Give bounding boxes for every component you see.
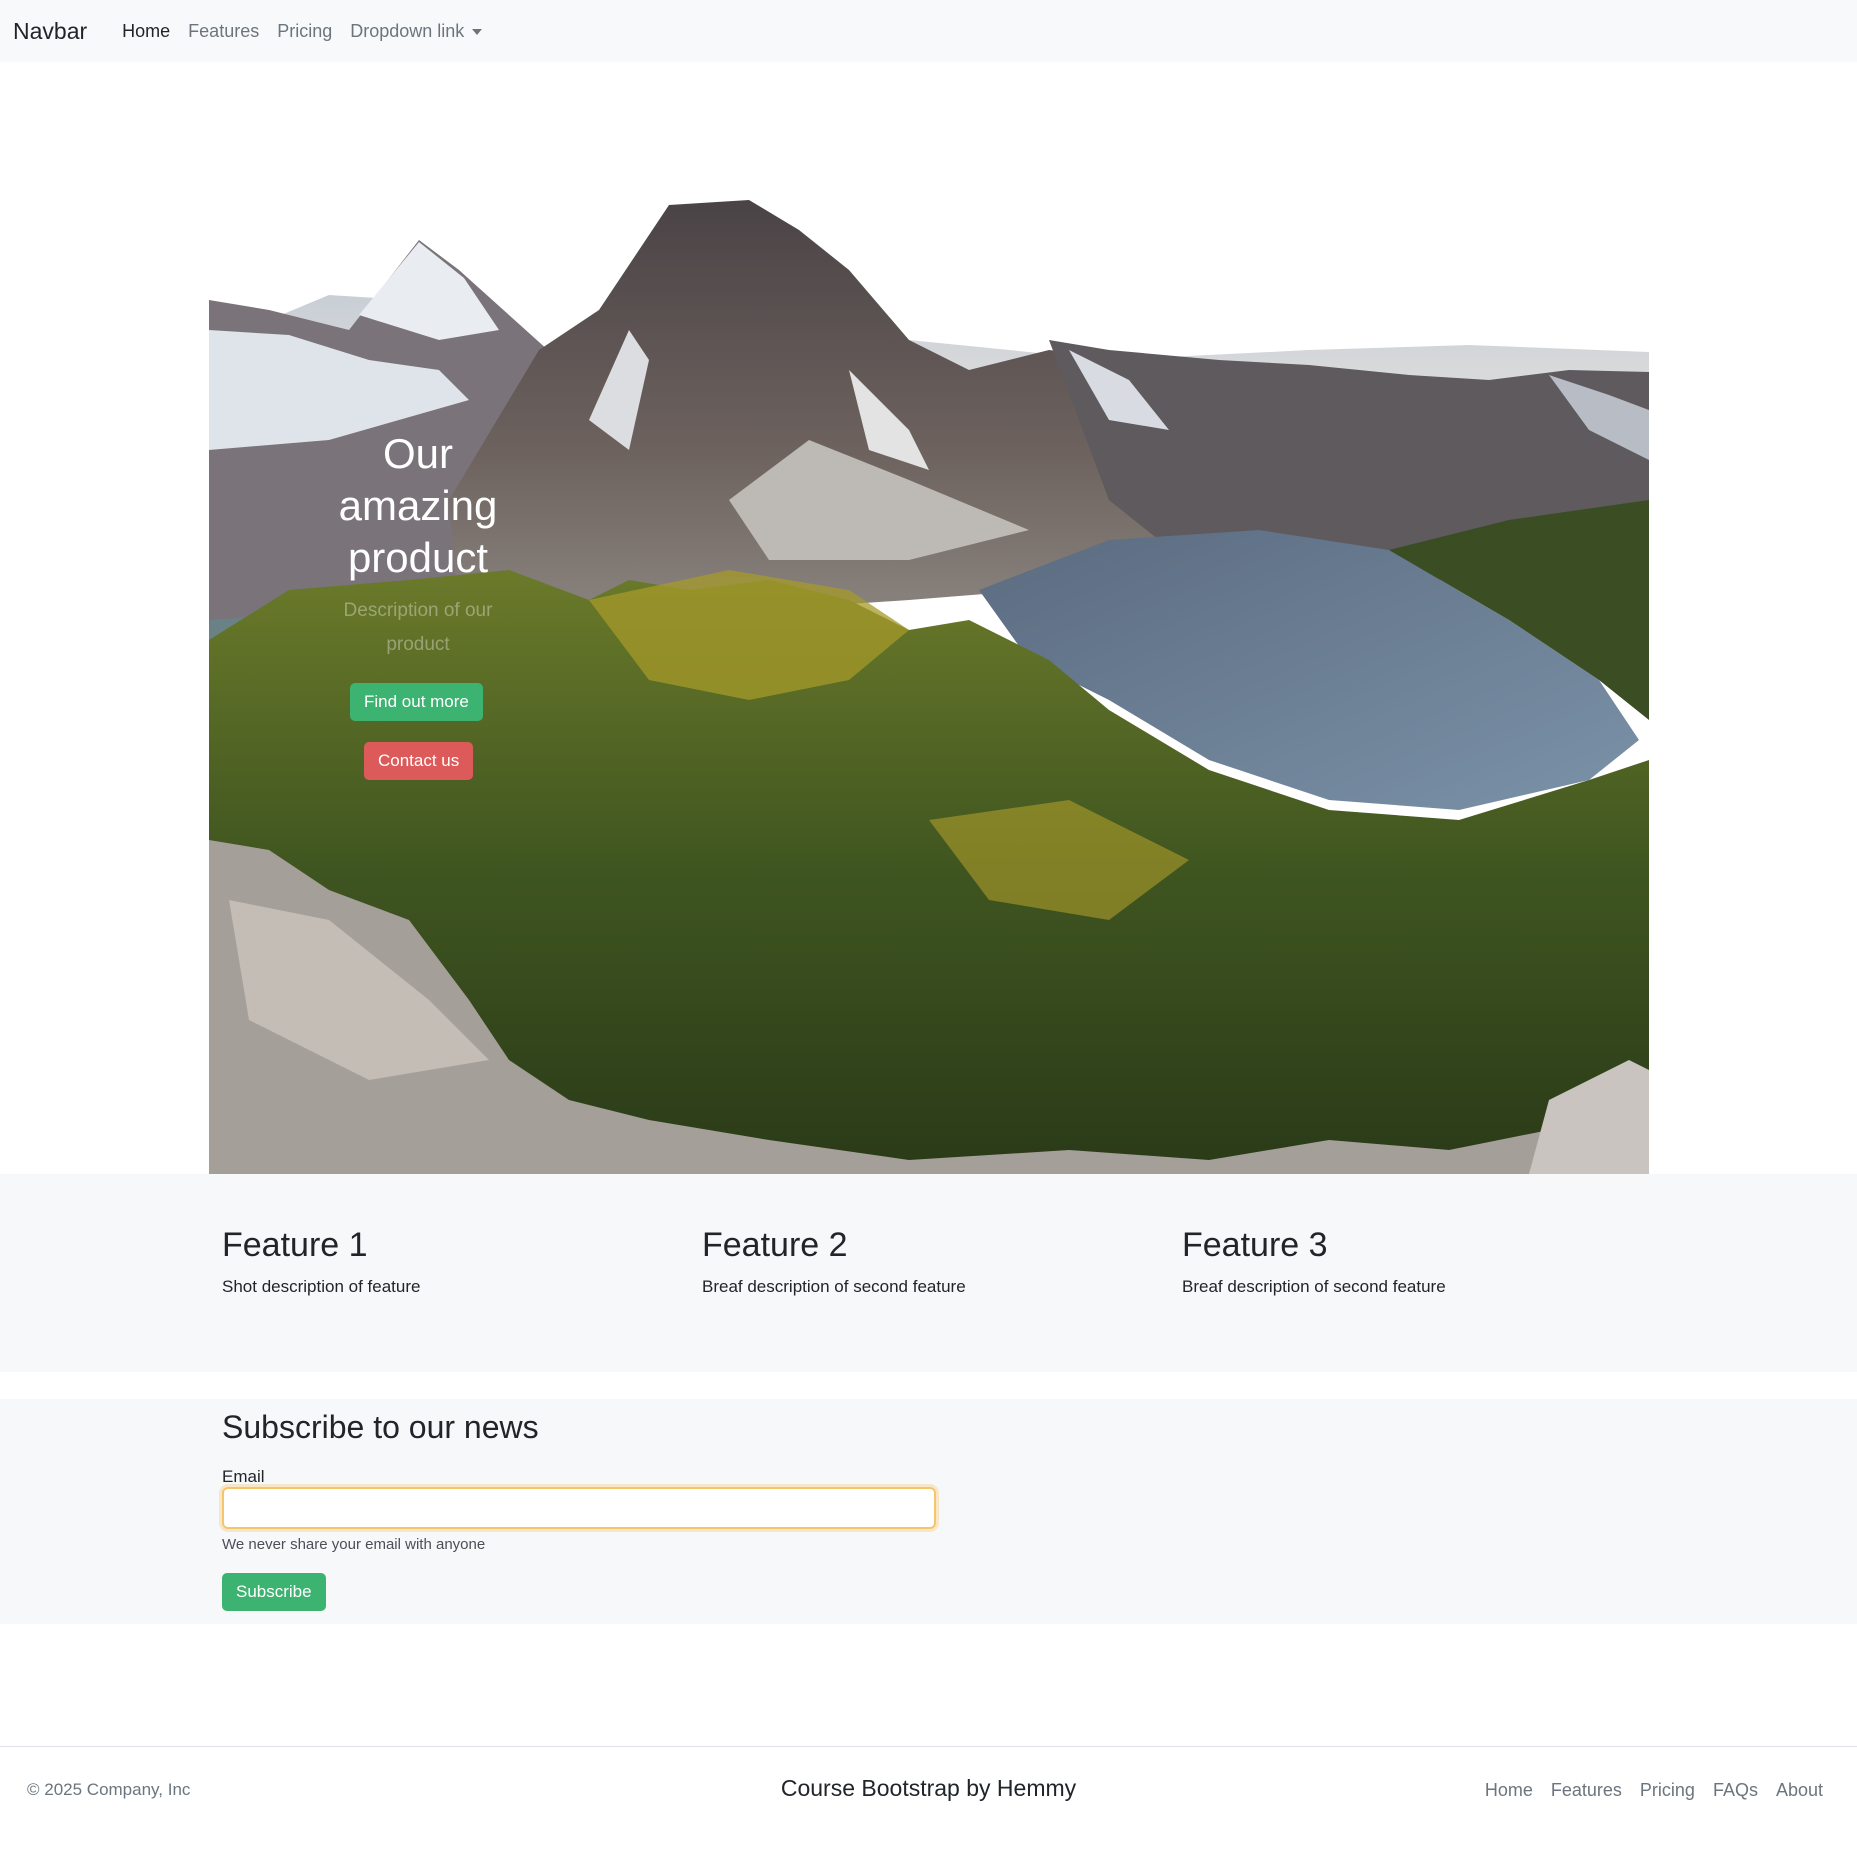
feature-title: Feature 2 xyxy=(702,1226,848,1264)
feature-description: Breaf description of second feature xyxy=(702,1277,966,1296)
nav-link-pricing[interactable]: Pricing xyxy=(268,21,341,42)
find-out-more-button[interactable]: Find out more xyxy=(350,683,483,721)
footer-link-pricing[interactable]: Pricing xyxy=(1640,1780,1695,1801)
feature-description: Shot description of feature xyxy=(222,1277,421,1296)
contact-us-button[interactable]: Contact us xyxy=(364,742,474,780)
footer-link-faqs[interactable]: FAQs xyxy=(1713,1780,1758,1801)
footer-links: Home Features Pricing FAQs About xyxy=(1485,1780,1823,1801)
top-navbar: Navbar Home Features Pricing Dropdown li… xyxy=(0,0,1857,62)
subscribe-button[interactable]: Subscribe xyxy=(222,1573,326,1611)
nav-dropdown-link[interactable]: Dropdown link xyxy=(341,21,491,42)
feature-card-2: Feature 2 Breaf description of second fe… xyxy=(702,1226,1162,1297)
hero-section: Our amazing product Description of our p… xyxy=(209,200,1649,1174)
hero-title: Our amazing product xyxy=(338,430,498,581)
footer-link-about[interactable]: About xyxy=(1776,1780,1823,1801)
feature-card-3: Feature 3 Breaf description of second fe… xyxy=(1182,1226,1642,1297)
navbar-brand[interactable]: Navbar xyxy=(13,18,87,45)
email-label: Email xyxy=(222,1467,265,1486)
nav-dropdown-label: Dropdown link xyxy=(350,20,465,41)
email-field[interactable] xyxy=(222,1487,936,1529)
page-footer: © 2025 Company, Inc Course Bootstrap by … xyxy=(0,1746,1857,1854)
feature-description: Breaf description of second feature xyxy=(1182,1277,1446,1296)
hero-text-block: Our amazing product Description of our p… xyxy=(313,428,523,662)
email-help-text: We never share your email with anyone xyxy=(222,1536,486,1553)
nav-link-features[interactable]: Features xyxy=(179,21,268,42)
feature-card-1: Feature 1 Shot description of feature xyxy=(222,1226,682,1297)
footer-link-home[interactable]: Home xyxy=(1485,1780,1533,1801)
features-section: Feature 1 Shot description of feature Fe… xyxy=(0,1174,1857,1372)
footer-link-features[interactable]: Features xyxy=(1551,1780,1622,1801)
feature-title: Feature 3 xyxy=(1182,1226,1328,1264)
subscribe-title: Subscribe to our news xyxy=(222,1409,539,1445)
hero-description: Description of our product xyxy=(343,600,493,655)
feature-title: Feature 1 xyxy=(222,1226,368,1264)
nav-link-home[interactable]: Home xyxy=(113,21,179,42)
nav-links: Home Features Pricing Dropdown link xyxy=(113,21,491,42)
subscribe-section: Subscribe to our news Email We never sha… xyxy=(0,1399,1857,1624)
caret-down-icon xyxy=(472,28,483,35)
